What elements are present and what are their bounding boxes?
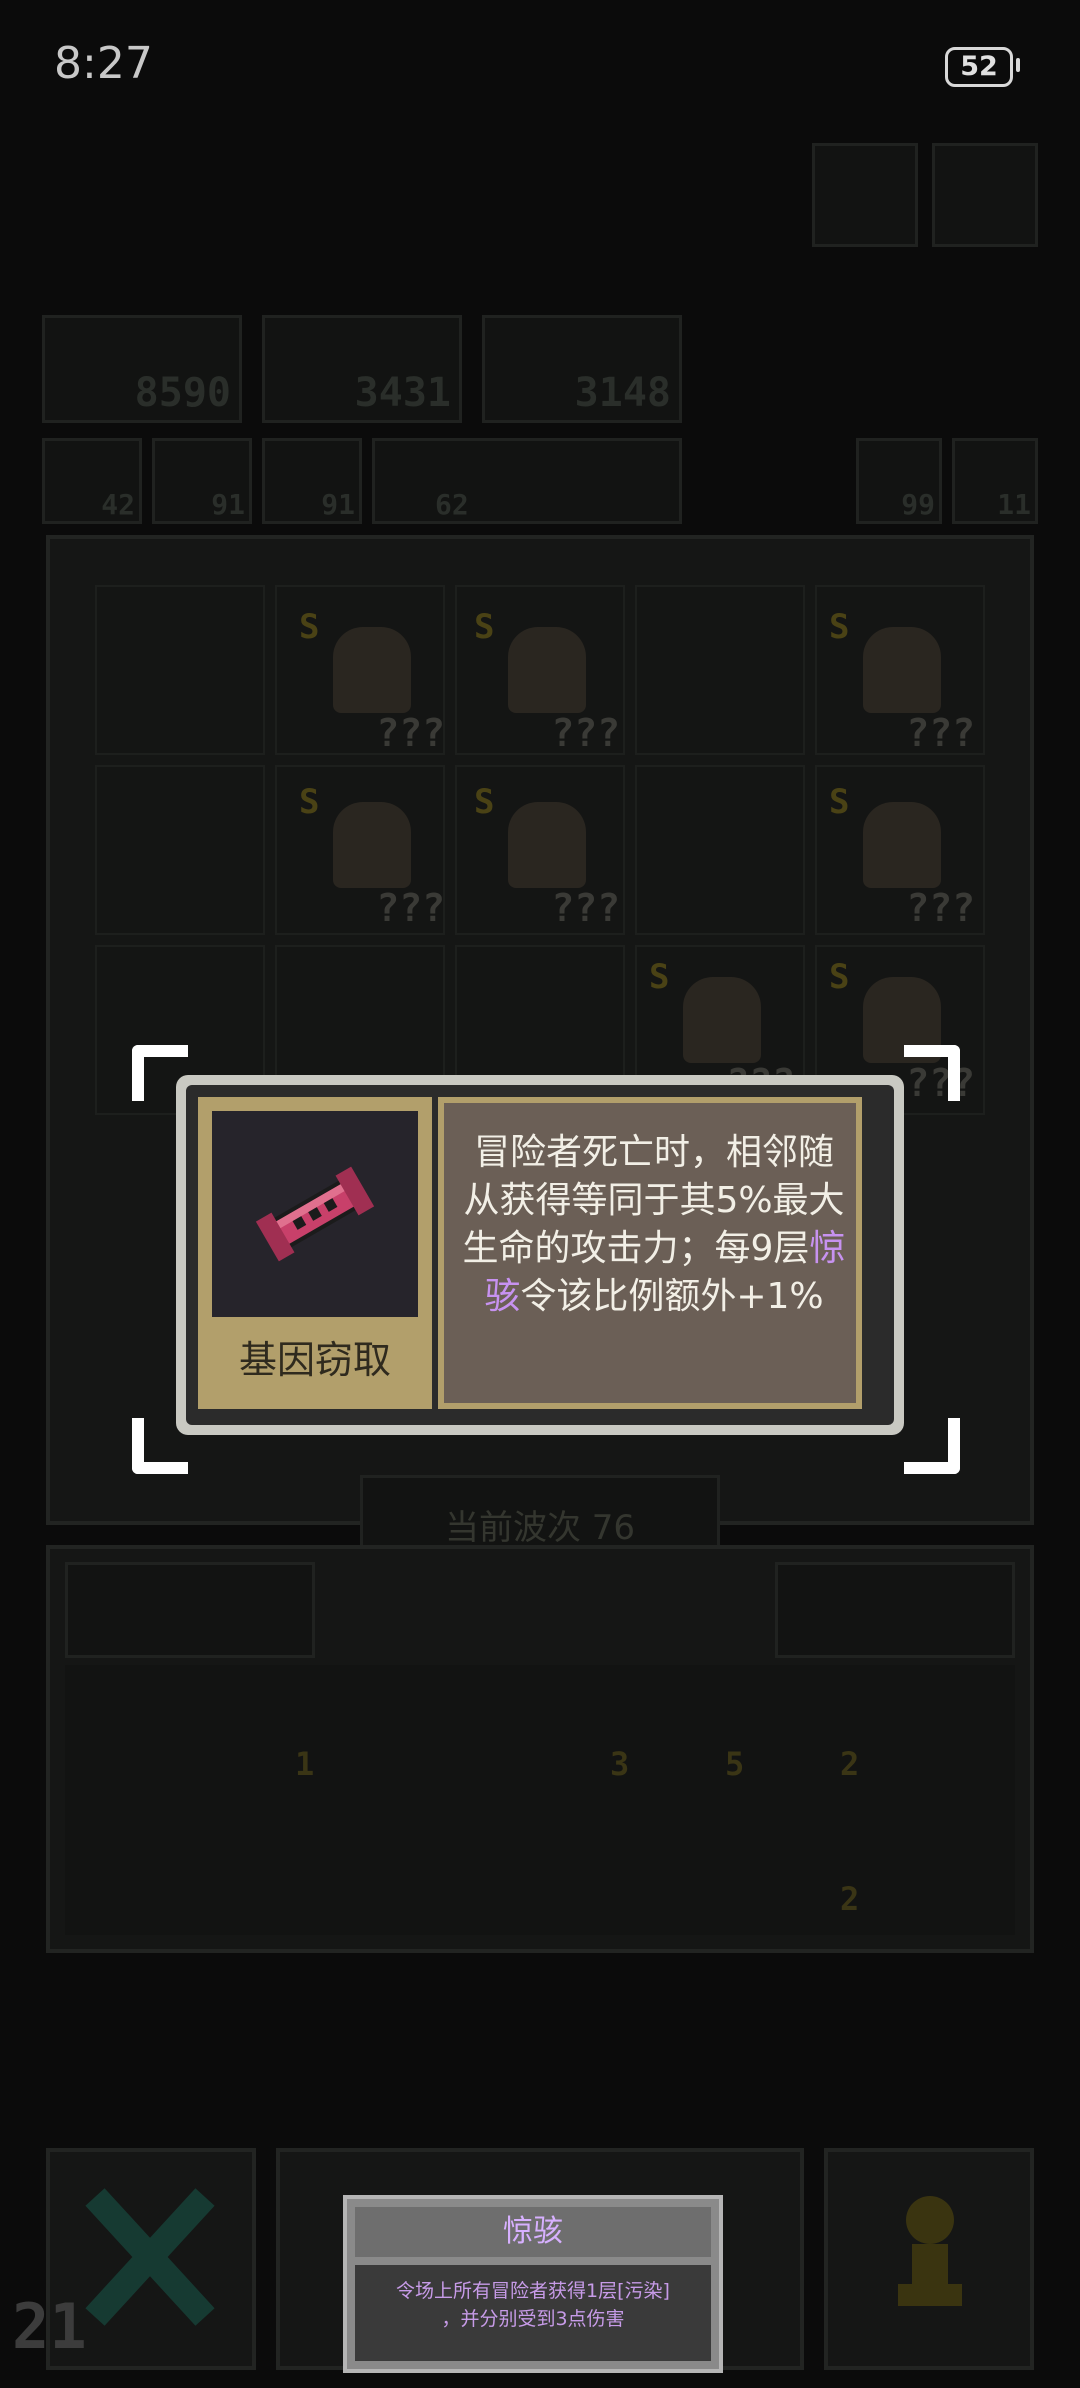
toast-line-1: 令场上所有冒险者获得1层[污染]: [396, 2280, 670, 2302]
item-description-frame: 冒险者死亡时，相邻随从获得等同于其5%最大生命的攻击力；每9层惊骇令该比例额外+…: [438, 1097, 862, 1409]
dna-ribbon-icon: [255, 1166, 375, 1262]
item-description-panel: 冒险者死亡时，相邻随从获得等同于其5%最大生命的攻击力；每9层惊骇令该比例额外+…: [444, 1103, 856, 1403]
status-slot-4: 62: [372, 438, 682, 524]
toast-header: 惊骇: [355, 2207, 711, 2257]
hero-card[interactable]: S???: [470, 605, 620, 755]
hero-card[interactable]: S???: [825, 605, 975, 755]
toast-line-2: ，并分别受到3点伤害: [441, 2308, 625, 2330]
resource-slot-2: 3431: [262, 315, 462, 423]
item-tooltip[interactable]: 基因窃取 冒险者死亡时，相邻随从获得等同于其5%最大生命的攻击力；每9层惊骇令该…: [176, 1075, 904, 1435]
item-icon-well: [212, 1111, 418, 1317]
wave-label: 当前波次 76: [444, 1508, 636, 1548]
hero-card[interactable]: S???: [295, 780, 445, 930]
corner-number: 21: [12, 2290, 87, 2363]
status-slot-2: 91: [152, 438, 252, 524]
item-name: 基因窃取: [238, 1338, 391, 1382]
status-slot-1: 42: [42, 438, 142, 524]
pawn-icon: [890, 2192, 970, 2316]
inventory-grid: 1 3 5 2 2: [65, 1665, 1015, 1935]
battery-icon: 52: [945, 47, 1013, 87]
keyword-toast: 惊骇 令场上所有冒险者获得1层[污染] ，并分别受到3点伤害: [343, 2195, 723, 2373]
desc-text: 冒险者死亡时，相邻随从获得等同于其5%最大生命的攻击力；每9层: [462, 1132, 845, 1269]
inventory-tabs[interactable]: [65, 1562, 315, 1658]
focus-bracket-top-right: [904, 1045, 960, 1101]
toast-body: 令场上所有冒险者获得1层[污染] ，并分别受到3点伤害: [355, 2265, 711, 2361]
item-preview: 基因窃取: [198, 1097, 432, 1409]
hero-card[interactable]: S???: [825, 780, 975, 930]
settings-button[interactable]: [932, 143, 1038, 247]
resource-count-3: 3148: [574, 370, 671, 416]
desc-text-tail: 令该比例额外+1%: [520, 1276, 824, 1317]
energy-button[interactable]: 11: [952, 438, 1038, 524]
filter-tabs[interactable]: [775, 1562, 1015, 1658]
resource-slot-1: 8590: [42, 315, 242, 423]
toast-text: 令场上所有冒险者获得1层[污染] ，并分别受到3点伤害: [365, 2277, 701, 2333]
toast-title: 惊骇: [503, 2214, 563, 2249]
hero-card[interactable]: S???: [470, 780, 620, 930]
hero-card[interactable]: S???: [295, 605, 445, 755]
close-icon: [80, 2182, 220, 2332]
status-slot-3: 91: [262, 438, 362, 524]
resource-slot-3: 3148: [482, 315, 682, 423]
focus-bracket-bottom-right: [904, 1418, 960, 1474]
status-time: 8:27: [54, 38, 153, 89]
help-button[interactable]: [812, 143, 918, 247]
resource-count-1: 8590: [134, 370, 231, 416]
battery-tip: [1016, 58, 1020, 72]
item-description: 冒险者死亡时，相邻随从获得等同于其5%最大生命的攻击力；每9层惊骇令该比例额外+…: [458, 1129, 850, 1321]
tooltip-inner: 基因窃取 冒险者死亡时，相邻随从获得等同于其5%最大生命的攻击力；每9层惊骇令该…: [186, 1085, 894, 1425]
hero-button[interactable]: [824, 2148, 1034, 2370]
resource-count-2: 3431: [354, 370, 451, 416]
refresh-button[interactable]: 99: [856, 438, 942, 524]
